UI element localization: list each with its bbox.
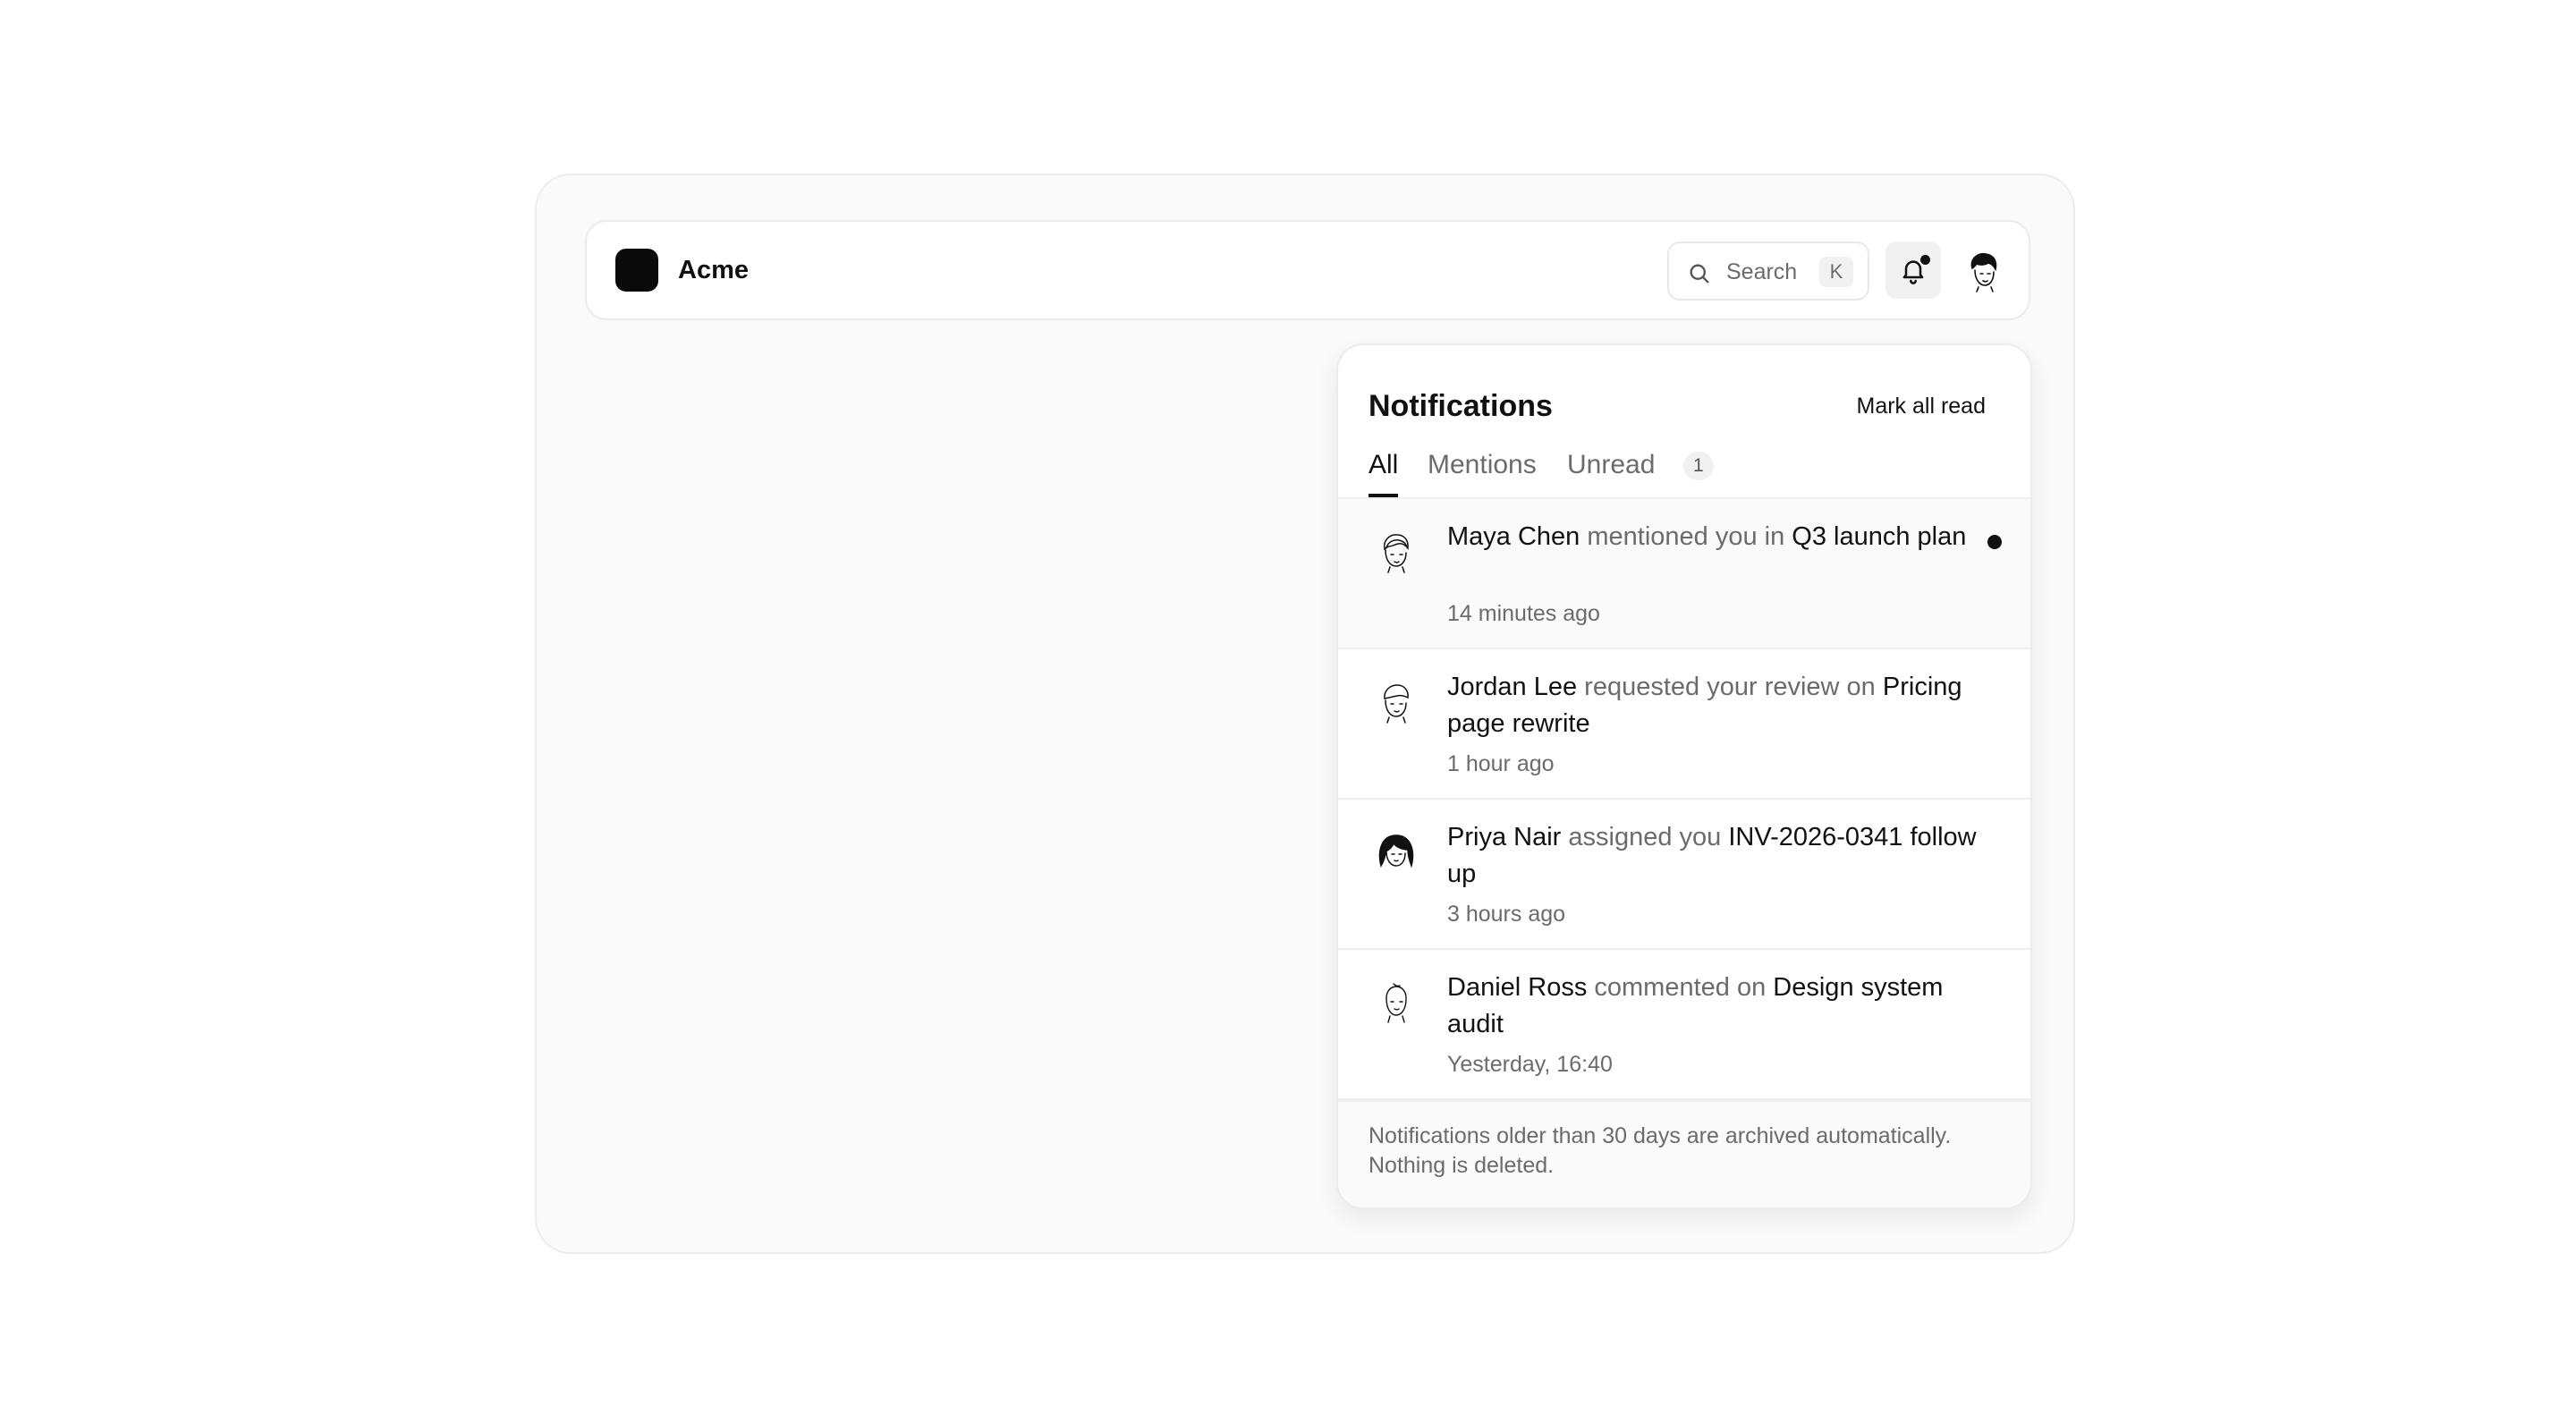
notification-action: assigned you bbox=[1561, 823, 1729, 851]
notification-actor: Jordan Lee bbox=[1447, 673, 1578, 701]
notification-time: 14 minutes ago bbox=[1447, 601, 1600, 626]
tab-mentions[interactable]: Mentions bbox=[1428, 447, 1537, 497]
notification-actor: Priya Nair bbox=[1447, 823, 1562, 851]
notification-text: Maya Chen mentioned you in Q3 launch pla… bbox=[1447, 519, 1984, 555]
maya-avatar bbox=[1383, 534, 1409, 573]
tab-unread[interactable]: Unread bbox=[1567, 447, 1655, 497]
notifications-panel: Notifications Mark all read All Mentions… bbox=[1336, 343, 2032, 1209]
search-shortcut: K bbox=[1819, 257, 1853, 287]
unread-count-badge: 1 bbox=[1683, 452, 1714, 480]
notification-actor: Daniel Ross bbox=[1447, 973, 1588, 1002]
top-bar: Acme Search K bbox=[585, 220, 2030, 320]
notification-item[interactable]: Jordan Lee requested your review on Pric… bbox=[1338, 649, 2030, 800]
mark-all-read-button[interactable]: Mark all read bbox=[1857, 392, 1987, 420]
tab-unread-label: Unread bbox=[1567, 450, 1656, 479]
notification-action: commented on bbox=[1587, 973, 1774, 1002]
tab-all[interactable]: All bbox=[1368, 447, 1399, 497]
jordan-avatar bbox=[1384, 684, 1409, 724]
notification-time: 1 hour ago bbox=[1447, 751, 1555, 776]
notification-item[interactable]: Priya Nair assigned you INV-2026-0341 fo… bbox=[1338, 800, 2030, 950]
notification-text: Priya Nair assigned you INV-2026-0341 fo… bbox=[1447, 819, 1984, 893]
app-name[interactable]: Acme bbox=[678, 254, 749, 286]
archive-notice: Notifications older than 30 days are arc… bbox=[1368, 1123, 1952, 1178]
search-label: Search bbox=[1726, 259, 1798, 284]
search-button[interactable]: Search K bbox=[1667, 241, 1869, 301]
panel-title: Notifications bbox=[1368, 389, 1553, 423]
user-avatar[interactable] bbox=[1961, 247, 2007, 293]
logo-mark-icon[interactable] bbox=[615, 249, 658, 292]
notification-time: Yesterday, 16:40 bbox=[1447, 1052, 1613, 1077]
notification-action: mentioned you in bbox=[1580, 522, 1792, 551]
daniel-avatar bbox=[1385, 983, 1407, 1023]
notification-target[interactable]: Q3 launch plan bbox=[1792, 522, 1966, 551]
search-icon bbox=[1690, 264, 1709, 284]
notification-list: Maya Chen mentioned you in Q3 launch pla… bbox=[1338, 497, 2030, 1100]
panel-footer: Notifications older than 30 days are arc… bbox=[1338, 1100, 2030, 1207]
notification-actor: Maya Chen bbox=[1447, 522, 1580, 551]
notification-text: Jordan Lee requested your review on Pric… bbox=[1447, 669, 1984, 742]
notification-item[interactable]: Maya Chen mentioned you in Q3 launch pla… bbox=[1338, 499, 2030, 649]
notification-time: 3 hours ago bbox=[1447, 902, 1566, 927]
priya-avatar bbox=[1378, 834, 1414, 868]
notification-item[interactable]: Daniel Ross commented on Design system a… bbox=[1338, 950, 2030, 1100]
unread-indicator bbox=[1919, 253, 1932, 267]
notification-action: requested your review on bbox=[1577, 673, 1883, 701]
notification-text: Daniel Ross commented on Design system a… bbox=[1447, 970, 1984, 1043]
unread-dot bbox=[1987, 535, 2002, 549]
notifications-button[interactable] bbox=[1885, 241, 1941, 299]
